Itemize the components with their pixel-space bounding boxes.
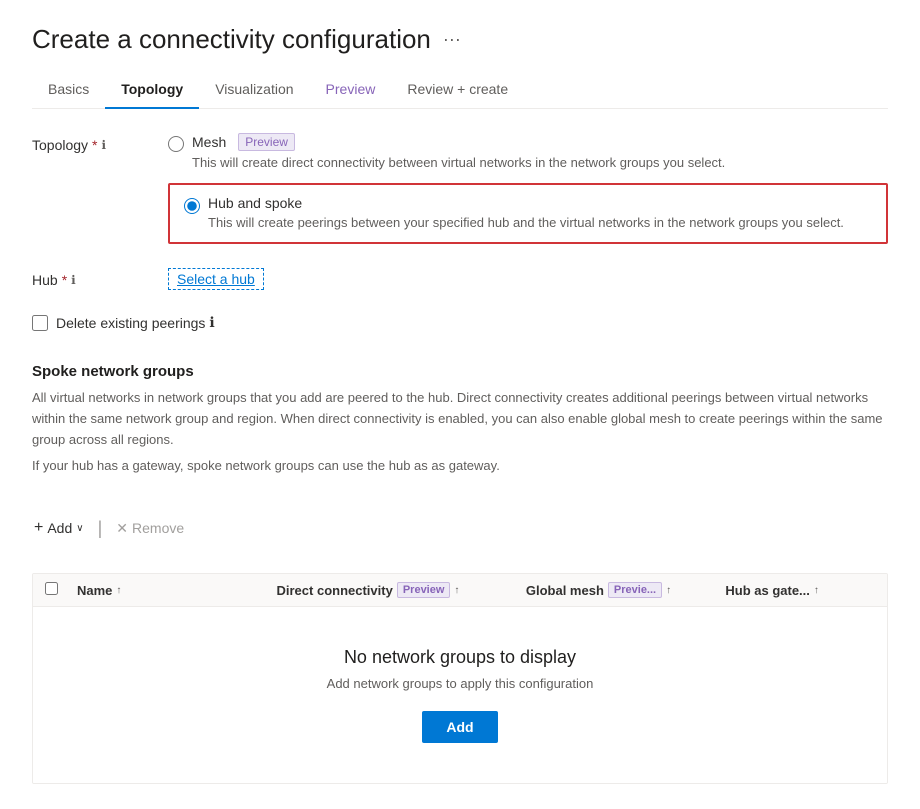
spoke-toolbar: + Add ∨ | ✕ Remove bbox=[32, 515, 888, 541]
name-sort-icon[interactable]: ↑ bbox=[116, 585, 121, 596]
hub-required: * bbox=[62, 272, 67, 288]
empty-state: No network groups to display Add network… bbox=[33, 607, 887, 783]
add-icon: + bbox=[34, 519, 43, 537]
header-checkbox-cell bbox=[45, 582, 77, 598]
remove-button[interactable]: ✕ Remove bbox=[114, 516, 186, 541]
mesh-radio[interactable] bbox=[168, 136, 184, 152]
mesh-label[interactable]: Mesh bbox=[192, 134, 226, 150]
tab-bar: Basics Topology Visualization Preview Re… bbox=[32, 71, 888, 109]
spoke-groups-section: Spoke network groups All virtual network… bbox=[32, 355, 888, 483]
mesh-preview-badge: Preview bbox=[238, 133, 295, 151]
remove-icon: ✕ bbox=[116, 520, 128, 537]
page-title-ellipsis[interactable]: ··· bbox=[443, 29, 461, 50]
delete-peerings-checkbox[interactable] bbox=[32, 315, 48, 331]
empty-state-desc: Add network groups to apply this configu… bbox=[53, 676, 867, 691]
global-sort-icon[interactable]: ↑ bbox=[666, 585, 671, 596]
global-preview-badge: Previe... bbox=[608, 582, 662, 598]
add-button[interactable]: + Add ∨ bbox=[32, 515, 86, 541]
topology-label: Topology * ℹ bbox=[32, 133, 152, 153]
tab-visualization[interactable]: Visualization bbox=[199, 71, 309, 109]
form-section: Topology * ℹ Mesh Preview This will crea… bbox=[32, 133, 888, 784]
delete-peerings-row: Delete existing peerings ℹ bbox=[32, 314, 888, 331]
col-header-name[interactable]: Name ↑ bbox=[77, 583, 277, 598]
col-header-direct[interactable]: Direct connectivity Preview ↑ bbox=[277, 582, 526, 598]
add-label: Add bbox=[47, 520, 72, 536]
hub-spoke-label[interactable]: Hub and spoke bbox=[208, 195, 302, 211]
topology-field: Topology * ℹ Mesh Preview This will crea… bbox=[32, 133, 888, 248]
empty-state-add-button[interactable]: Add bbox=[422, 711, 497, 743]
tab-preview[interactable]: Preview bbox=[310, 71, 392, 109]
spoke-groups-desc2: If your hub has a gateway, spoke network… bbox=[32, 456, 888, 477]
tab-topology[interactable]: Topology bbox=[105, 71, 199, 109]
empty-state-title: No network groups to display bbox=[53, 647, 867, 668]
select-all-checkbox[interactable] bbox=[45, 582, 58, 595]
delete-peerings-label[interactable]: Delete existing peerings ℹ bbox=[56, 314, 215, 331]
topology-options: Mesh Preview This will create direct con… bbox=[168, 133, 888, 248]
hub-spoke-desc: This will create peerings between your s… bbox=[208, 213, 844, 233]
page-title: Create a connectivity configuration ··· bbox=[32, 24, 888, 55]
hub-info-icon[interactable]: ℹ bbox=[71, 273, 76, 287]
chevron-down-icon: ∨ bbox=[76, 523, 83, 534]
mesh-desc: This will create direct connectivity bet… bbox=[192, 153, 725, 173]
select-hub-link[interactable]: Select a hub bbox=[168, 268, 264, 290]
hub-sort-icon[interactable]: ↑ bbox=[814, 585, 819, 596]
network-groups-table: Name ↑ Direct connectivity Preview ↑ Glo… bbox=[32, 573, 888, 784]
spoke-groups-heading: Spoke network groups bbox=[32, 363, 888, 380]
tab-basics[interactable]: Basics bbox=[32, 71, 105, 109]
direct-sort-icon[interactable]: ↑ bbox=[454, 585, 459, 596]
page-title-text: Create a connectivity configuration bbox=[32, 24, 431, 55]
toolbar-separator: | bbox=[94, 518, 107, 539]
spoke-groups-desc1: All virtual networks in network groups t… bbox=[32, 388, 888, 450]
hub-spoke-radio[interactable] bbox=[184, 198, 200, 214]
table-header: Name ↑ Direct connectivity Preview ↑ Glo… bbox=[33, 574, 887, 607]
direct-preview-badge: Preview bbox=[397, 582, 451, 598]
col-header-hub[interactable]: Hub as gate... ↑ bbox=[725, 583, 875, 598]
mesh-option: Mesh Preview This will create direct con… bbox=[168, 133, 888, 173]
tab-review[interactable]: Review + create bbox=[391, 71, 524, 109]
hub-label: Hub * ℹ bbox=[32, 268, 152, 288]
col-header-global[interactable]: Global mesh Previe... ↑ bbox=[526, 582, 726, 598]
delete-peerings-info-icon[interactable]: ℹ bbox=[209, 314, 214, 331]
topology-info-icon[interactable]: ℹ bbox=[102, 138, 107, 152]
hub-spoke-option: Hub and spoke This will create peerings … bbox=[184, 195, 872, 233]
topology-required: * bbox=[92, 137, 97, 153]
hub-spoke-box: Hub and spoke This will create peerings … bbox=[168, 183, 888, 245]
hub-select: Select a hub bbox=[168, 268, 888, 290]
remove-label: Remove bbox=[132, 520, 184, 536]
hub-field: Hub * ℹ Select a hub bbox=[32, 268, 888, 290]
